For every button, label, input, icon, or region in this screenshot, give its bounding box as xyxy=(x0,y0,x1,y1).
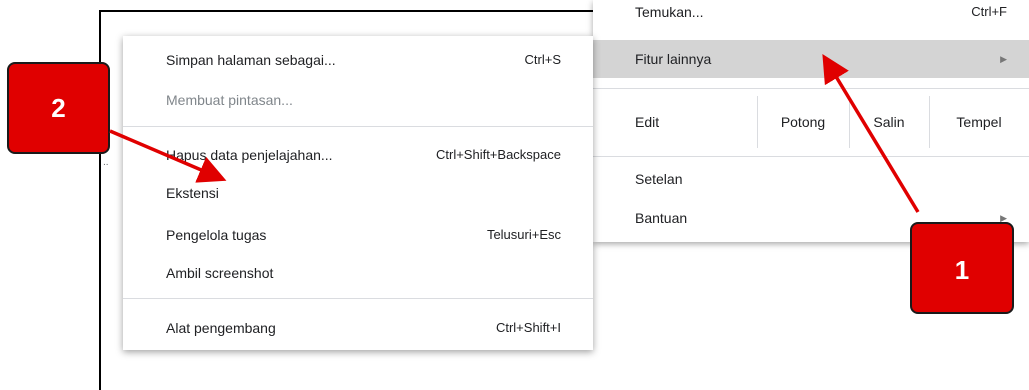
menu-separator xyxy=(593,88,1029,89)
submenu-item-task-manager[interactable]: Pengelola tugas Telusuri+Esc xyxy=(123,219,593,251)
submenu-item-label: Alat pengembang xyxy=(166,320,276,336)
submenu-item-shortcut: Ctrl+S xyxy=(524,52,561,67)
submenu-item-label: Membuat pintasan... xyxy=(166,92,293,108)
menu-item-find-shortcut: Ctrl+F xyxy=(971,4,1007,19)
submenu-item-extensions[interactable]: Ekstensi xyxy=(123,177,593,209)
submenu-item-create-shortcut: Membuat pintasan... xyxy=(123,84,593,116)
cut-button[interactable]: Potong xyxy=(757,96,849,148)
submenu-item-shortcut: Ctrl+Shift+I xyxy=(495,320,561,335)
callout-badge-2: 2 xyxy=(7,62,110,154)
submenu-separator xyxy=(123,126,593,127)
edge-dots: .. xyxy=(103,157,109,168)
submenu-arrow-icon: ▶ xyxy=(1000,54,1007,64)
menu-item-more-tools[interactable]: Fitur lainnya ▶ xyxy=(593,40,1029,78)
submenu-item-label: Pengelola tugas xyxy=(166,227,267,243)
submenu-item-shortcut: Ctrl+Shift+Backspace xyxy=(435,147,561,162)
menu-item-help-label: Bantuan xyxy=(635,210,688,226)
menu-edit-row: Edit Potong Salin Tempel xyxy=(593,96,1029,148)
copy-button[interactable]: Salin xyxy=(849,96,929,148)
menu-item-settings-label: Setelan xyxy=(635,171,683,187)
menu-separator xyxy=(593,156,1029,157)
submenu-item-label: Hapus data penjelajahan... xyxy=(166,147,333,163)
paste-button[interactable]: Tempel xyxy=(929,96,1029,148)
submenu-item-label: Simpan halaman sebagai... xyxy=(166,52,336,68)
submenu-item-label: Ekstensi xyxy=(166,185,219,201)
menu-item-settings[interactable]: Setelan xyxy=(593,160,1029,198)
menu-edit-label: Edit xyxy=(635,114,660,130)
submenu-item-developer-tools[interactable]: Alat pengembang Ctrl+Shift+I xyxy=(123,312,593,344)
callout-badge-1: 1 xyxy=(910,222,1014,314)
menu-item-find-label: Temukan... xyxy=(635,4,704,20)
submenu-item-clear-browsing-data[interactable]: Hapus data penjelajahan... Ctrl+Shift+Ba… xyxy=(123,139,593,171)
more-tools-submenu: Simpan halaman sebagai... Ctrl+S Membuat… xyxy=(123,36,593,350)
menu-item-more-tools-label: Fitur lainnya xyxy=(635,51,712,67)
submenu-separator xyxy=(123,298,593,299)
submenu-item-shortcut: Telusuri+Esc xyxy=(486,227,561,242)
submenu-item-save-page[interactable]: Simpan halaman sebagai... Ctrl+S xyxy=(123,44,593,76)
chrome-main-menu: Temukan... Ctrl+F Fitur lainnya ▶ Edit P… xyxy=(593,0,1029,242)
menu-item-find[interactable]: Temukan... Ctrl+F xyxy=(593,0,1029,31)
submenu-item-take-screenshot[interactable]: Ambil screenshot xyxy=(123,257,593,289)
submenu-item-label: Ambil screenshot xyxy=(166,265,274,281)
